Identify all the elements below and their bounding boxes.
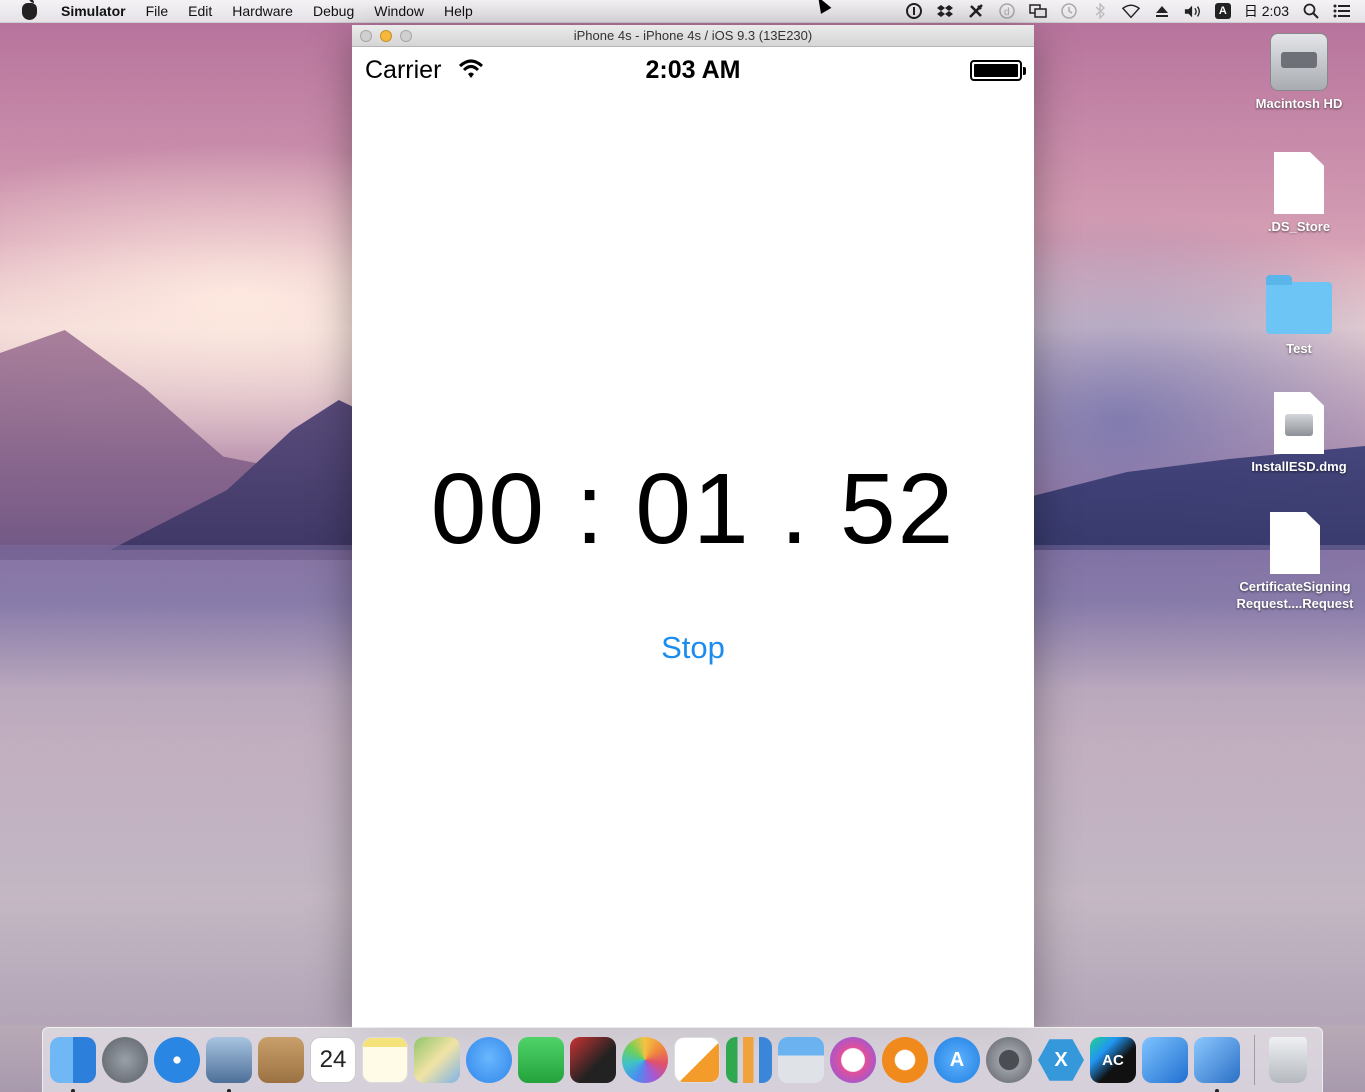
trash-icon[interactable] (1269, 1037, 1307, 1083)
xcode-icon[interactable] (1142, 1037, 1188, 1083)
menu-help[interactable]: Help (434, 0, 483, 23)
menu-hardware[interactable]: Hardware (222, 0, 303, 23)
itunes-icon[interactable] (830, 1037, 876, 1083)
notification-center-icon[interactable] (1333, 3, 1351, 19)
desktop-item-label: Test (1286, 341, 1312, 356)
dock-separator (1254, 1035, 1255, 1085)
dash-icon[interactable]: d (998, 3, 1016, 19)
ios-status-bar: Carrier 2:03 AM (352, 47, 1034, 92)
safari-icon[interactable] (154, 1037, 200, 1083)
messages-icon[interactable] (466, 1037, 512, 1083)
calendar-day: 24 (319, 1046, 347, 1073)
dock: 24 A X AC (42, 1027, 1323, 1092)
ibooks-icon[interactable] (882, 1037, 928, 1083)
window-title: iPhone 4s - iPhone 4s / iOS 9.3 (13E230) (573, 28, 813, 43)
desktop-item-label: .DS_Store (1267, 219, 1331, 234)
keynote-icon[interactable] (778, 1037, 824, 1083)
document-icon (1270, 512, 1320, 574)
desktop-item-ds-store[interactable]: .DS_Store (1234, 152, 1364, 235)
dropbox-icon[interactable] (936, 3, 954, 19)
ios-clock: 2:03 AM (645, 56, 741, 84)
menu-edit[interactable]: Edit (178, 0, 222, 23)
disk-image-icon (1274, 392, 1324, 454)
photo-booth-icon[interactable] (570, 1037, 616, 1083)
desktop-item-installesd[interactable]: InstallESD.dmg (1234, 392, 1364, 475)
password-manager-icon[interactable] (905, 3, 923, 19)
display-mirroring-icon[interactable] (1029, 3, 1047, 19)
document-icon (1274, 152, 1324, 214)
time-machine-icon[interactable] (1060, 3, 1078, 19)
spotlight-search-icon[interactable] (1302, 3, 1320, 19)
menu-clock[interactable]: 日 2:03 (1244, 1, 1289, 21)
battery-icon (970, 60, 1026, 81)
close-button[interactable] (360, 30, 372, 42)
notes-icon[interactable] (362, 1037, 408, 1083)
menu-bar: Simulator File Edit Hardware Debug Windo… (0, 0, 1365, 23)
menu-file[interactable]: File (136, 0, 179, 23)
facetime-icon[interactable] (518, 1037, 564, 1083)
contacts-icon[interactable] (258, 1037, 304, 1083)
zoom-button[interactable] (400, 30, 412, 42)
apple-menu-icon[interactable] (22, 0, 37, 20)
app-store-icon[interactable]: A (934, 1037, 980, 1083)
pages-icon[interactable] (674, 1037, 720, 1083)
svg-text:d: d (1004, 7, 1010, 18)
eject-icon[interactable] (1153, 3, 1171, 19)
hard-drive-icon (1270, 33, 1328, 91)
menu-window[interactable]: Window (364, 0, 434, 23)
bluetooth-icon[interactable] (1091, 3, 1109, 19)
desktop-item-label: Macintosh HD (1255, 96, 1343, 111)
desktop-item-label: Request....Request (1236, 596, 1354, 611)
stopwatch-display: 00 : 01 . 52 (430, 453, 956, 565)
desktop-item-macintosh-hd[interactable]: Macintosh HD (1234, 33, 1364, 112)
ios-screen[interactable]: Carrier 2:03 AM 00 : 01 . 52 Stop (352, 47, 1034, 1027)
calendar-icon[interactable]: 24 (310, 1037, 356, 1083)
maps-icon[interactable] (414, 1037, 460, 1083)
launchpad-icon[interactable] (102, 1037, 148, 1083)
numbers-icon[interactable] (726, 1037, 772, 1083)
menu-debug[interactable]: Debug (303, 0, 364, 23)
photos-icon[interactable] (622, 1037, 668, 1083)
window-titlebar[interactable]: iPhone 4s - iPhone 4s / iOS 9.3 (13E230) (352, 25, 1034, 47)
desktop-item-certificate-request[interactable]: CertificateSigning Request....Request (1230, 512, 1360, 612)
desktop-item-test-folder[interactable]: Test (1234, 275, 1364, 357)
system-preferences-icon[interactable] (986, 1037, 1032, 1083)
app-menu[interactable]: Simulator (51, 0, 136, 23)
simulator-window: iPhone 4s - iPhone 4s / iOS 9.3 (13E230)… (352, 25, 1034, 1027)
desktop-item-label: CertificateSigning (1239, 579, 1351, 594)
volume-icon[interactable] (1184, 3, 1202, 19)
stop-button[interactable]: Stop (643, 628, 743, 668)
appcode-icon[interactable]: AC (1090, 1037, 1136, 1083)
tools-icon[interactable] (967, 3, 985, 19)
desktop-item-label: InstallESD.dmg (1251, 459, 1347, 474)
preview-icon[interactable] (206, 1037, 252, 1092)
xamarin-icon[interactable]: X (1038, 1039, 1084, 1081)
simulator-icon[interactable] (1194, 1037, 1240, 1092)
folder-icon (1266, 275, 1332, 334)
input-source-badge[interactable]: A (1214, 3, 1231, 19)
wifi-icon[interactable] (1121, 3, 1140, 19)
finder-icon[interactable] (50, 1037, 96, 1092)
minimize-button[interactable] (380, 30, 392, 42)
